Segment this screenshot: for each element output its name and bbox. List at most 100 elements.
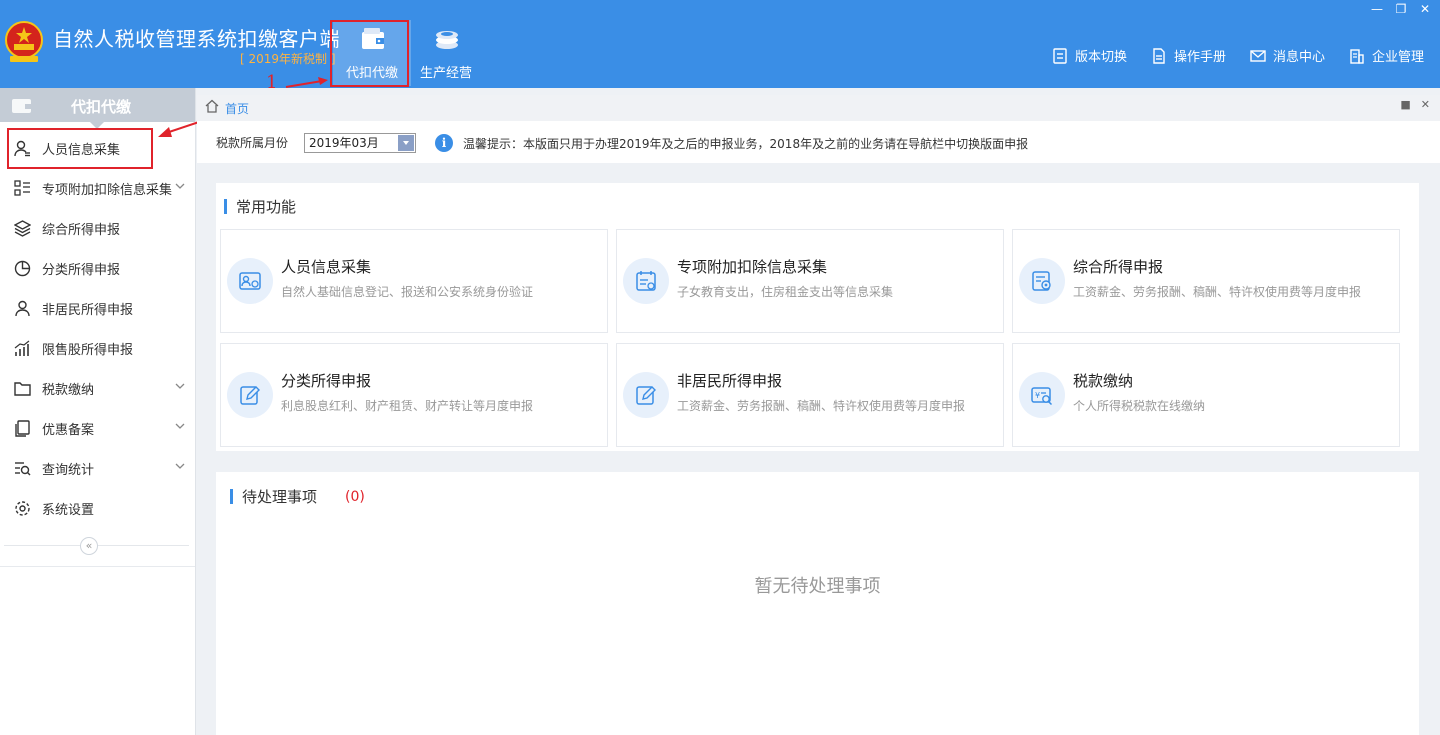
sidebar-item-label: 分类所得申报 — [42, 262, 121, 278]
card-description: 工资薪金、劳务报酬、稿酬、特许权使用费等月度申报 — [677, 399, 966, 413]
sidebar-item-restricted-shares[interactable]: 限售股所得申报 — [0, 328, 195, 368]
pie-chart-icon — [14, 260, 31, 276]
app-header: 自然人税收管理系统扣缴客户端 [ 2019年新税制 ] 代扣代缴 生产经营 — … — [0, 0, 1440, 88]
sidebar-item-label: 人员信息采集 — [42, 142, 121, 158]
mail-icon — [1250, 49, 1266, 62]
sidebar-item-label: 限售股所得申报 — [42, 342, 134, 358]
sidebar-item-person-info[interactable]: 人员信息采集 — [0, 128, 195, 168]
person-info-icon — [14, 140, 30, 156]
sidebar-item-classified-income[interactable]: 分类所得申报 — [0, 248, 195, 288]
restore-icon[interactable]: ❐ — [1394, 2, 1408, 16]
copy-icon — [15, 419, 30, 437]
notice-text: 温馨提示：本版面只用于办理2019年及之后的申报业务，2018年及之前的业务请在… — [463, 137, 1029, 151]
national-emblem-icon — [5, 21, 43, 62]
search-list-icon — [15, 461, 31, 475]
enterprise-management-label: 企业管理 — [1371, 50, 1424, 65]
module-tab-withholding[interactable]: 代扣代缴 — [333, 20, 411, 86]
chevron-down-icon[interactable] — [175, 461, 185, 471]
close-icon[interactable]: ✕ — [1418, 2, 1432, 16]
form-check-icon — [1032, 271, 1051, 291]
version-switch-button[interactable]: 版本切换 — [1052, 46, 1127, 65]
sidebar-header: 代扣代缴 — [0, 88, 195, 129]
minimize-icon[interactable]: — — [1370, 2, 1384, 16]
breadcrumb: 首页 ■ ✕ — [197, 95, 1440, 121]
list-grid-icon — [14, 179, 30, 196]
function-card-tax-payment[interactable]: ¥ 税款缴纳 个人所得税税款在线缴纳 — [1012, 343, 1400, 447]
tax-calendar-icon — [636, 271, 656, 291]
function-card-nonresident-income[interactable]: 非居民所得申报 工资薪金、劳务报酬、稿酬、特许权使用费等月度申报 — [616, 343, 1004, 447]
sidebar-menu: 人员信息采集 专项附加扣除信息采集 综合所得申报 分类所得申报 非居民所得申报 … — [0, 128, 195, 528]
card-icon-circle: ¥ — [1019, 372, 1065, 418]
chevron-down-icon[interactable] — [175, 381, 185, 391]
card-title: 税款缴纳 — [1073, 372, 1134, 390]
card-title: 分类所得申报 — [281, 372, 372, 390]
card-icon-circle — [227, 258, 273, 304]
panel-title: 待处理事项 (0) — [230, 486, 365, 507]
sidebar-item-preferential-filing[interactable]: 优惠备案 — [0, 408, 195, 448]
message-center-label: 消息中心 — [1272, 50, 1325, 65]
edit-icon — [636, 386, 656, 405]
gear-icon — [15, 500, 30, 516]
tax-month-label: 税款所属月份 — [216, 136, 289, 150]
tax-month-value: 2019年03月 — [309, 136, 379, 150]
card-title: 人员信息采集 — [281, 258, 372, 276]
tax-month-select[interactable]: 2019年03月 — [304, 133, 416, 153]
edit-icon — [240, 386, 260, 405]
sidebar-item-comprehensive-income[interactable]: 综合所得申报 — [0, 208, 195, 248]
card-title: 专项附加扣除信息采集 — [677, 258, 828, 276]
version-switch-icon — [1053, 47, 1067, 64]
filter-bar: 税款所属月份 2019年03月 i 温馨提示：本版面只用于办理2019年及之后的… — [197, 121, 1440, 163]
common-functions-panel: 常用功能 人员信息采集 自然人基础信息登记、报送和公安系统身份验证 专项附加扣除… — [216, 183, 1419, 451]
chevron-down-icon[interactable] — [175, 181, 185, 191]
sidebar-item-label: 优惠备案 — [42, 422, 95, 438]
card-title: 非居民所得申报 — [677, 372, 783, 390]
manual-button[interactable]: 操作手册 — [1151, 46, 1226, 65]
breadcrumb-home-link[interactable]: 首页 — [225, 100, 249, 117]
function-card-person-info[interactable]: 人员信息采集 自然人基础信息登记、报送和公安系统身份验证 — [220, 229, 608, 333]
pending-items-panel: 待处理事项 (0) 暂无待处理事项 — [216, 472, 1419, 735]
sidebar-lower-area — [0, 566, 195, 567]
sidebar-item-nonresident-income[interactable]: 非居民所得申报 — [0, 288, 195, 328]
module-label: 生产经营 — [419, 66, 472, 81]
card-description: 利息股息红利、财产租赁、财产转让等月度申报 — [281, 399, 534, 413]
module-tab-business[interactable]: 生产经营 — [407, 20, 485, 86]
sidebar-item-special-deduction[interactable]: 专项附加扣除信息采集 — [0, 168, 195, 208]
sidebar-item-label: 非居民所得申报 — [42, 302, 134, 318]
building-icon — [1350, 48, 1364, 64]
sidebar-item-label: 综合所得申报 — [42, 222, 121, 238]
card-description: 工资薪金、劳务报酬、稿酬、特许权使用费等月度申报 — [1073, 285, 1362, 299]
panel-title-text: 待处理事项 — [242, 488, 318, 506]
sidebar: 代扣代缴 人员信息采集 专项附加扣除信息采集 综合所得申报 分类所得申报 非居民… — [0, 88, 196, 735]
function-card-comprehensive-income[interactable]: 综合所得申报 工资薪金、劳务报酬、稿酬、特许权使用费等月度申报 — [1012, 229, 1400, 333]
sidebar-item-system-settings[interactable]: 系统设置 — [0, 488, 195, 528]
sidebar-item-label: 查询统计 — [42, 462, 95, 478]
close-tab-icon[interactable]: ✕ — [1421, 98, 1430, 111]
user-icon — [15, 300, 30, 316]
enterprise-management-button[interactable]: 企业管理 — [1349, 46, 1424, 65]
bar-trend-icon — [14, 340, 30, 356]
version-switch-label: 版本切换 — [1074, 50, 1127, 65]
app-title: 自然人税收管理系统扣缴客户端 — [53, 27, 340, 51]
sidebar-collapse-divider: « — [4, 537, 189, 555]
function-card-classified-income[interactable]: 分类所得申报 利息股息红利、财产租赁、财产转让等月度申报 — [220, 343, 608, 447]
message-center-button[interactable]: 消息中心 — [1250, 46, 1325, 65]
manual-icon — [1153, 47, 1165, 64]
sidebar-item-tax-payment[interactable]: 税款缴纳 — [0, 368, 195, 408]
module-label: 代扣代缴 — [345, 66, 398, 81]
folder-icon — [14, 381, 31, 396]
dropdown-arrow-icon[interactable] — [398, 135, 414, 151]
collapse-sidebar-button[interactable]: « — [80, 537, 98, 555]
window-controls: — ❐ ✕ — [1370, 2, 1432, 16]
sidebar-title: 代扣代缴 — [70, 98, 131, 116]
function-card-special-deduction[interactable]: 专项附加扣除信息采集 子女教育支出，住房租金支出等信息采集 — [616, 229, 1004, 333]
maximize-tab-icon[interactable]: ■ — [1400, 98, 1410, 111]
svg-text:¥: ¥ — [1035, 391, 1040, 400]
app-subtitle: [ 2019年新税制 ] — [240, 52, 336, 66]
sidebar-item-query-stats[interactable]: 查询统计 — [0, 448, 195, 488]
sidebar-item-label: 专项附加扣除信息采集 — [42, 182, 173, 198]
info-icon: i — [435, 134, 453, 152]
yen-search-icon: ¥ — [1031, 387, 1053, 406]
home-icon — [205, 99, 219, 113]
card-title: 综合所得申报 — [1073, 258, 1164, 276]
chevron-down-icon[interactable] — [175, 421, 185, 431]
